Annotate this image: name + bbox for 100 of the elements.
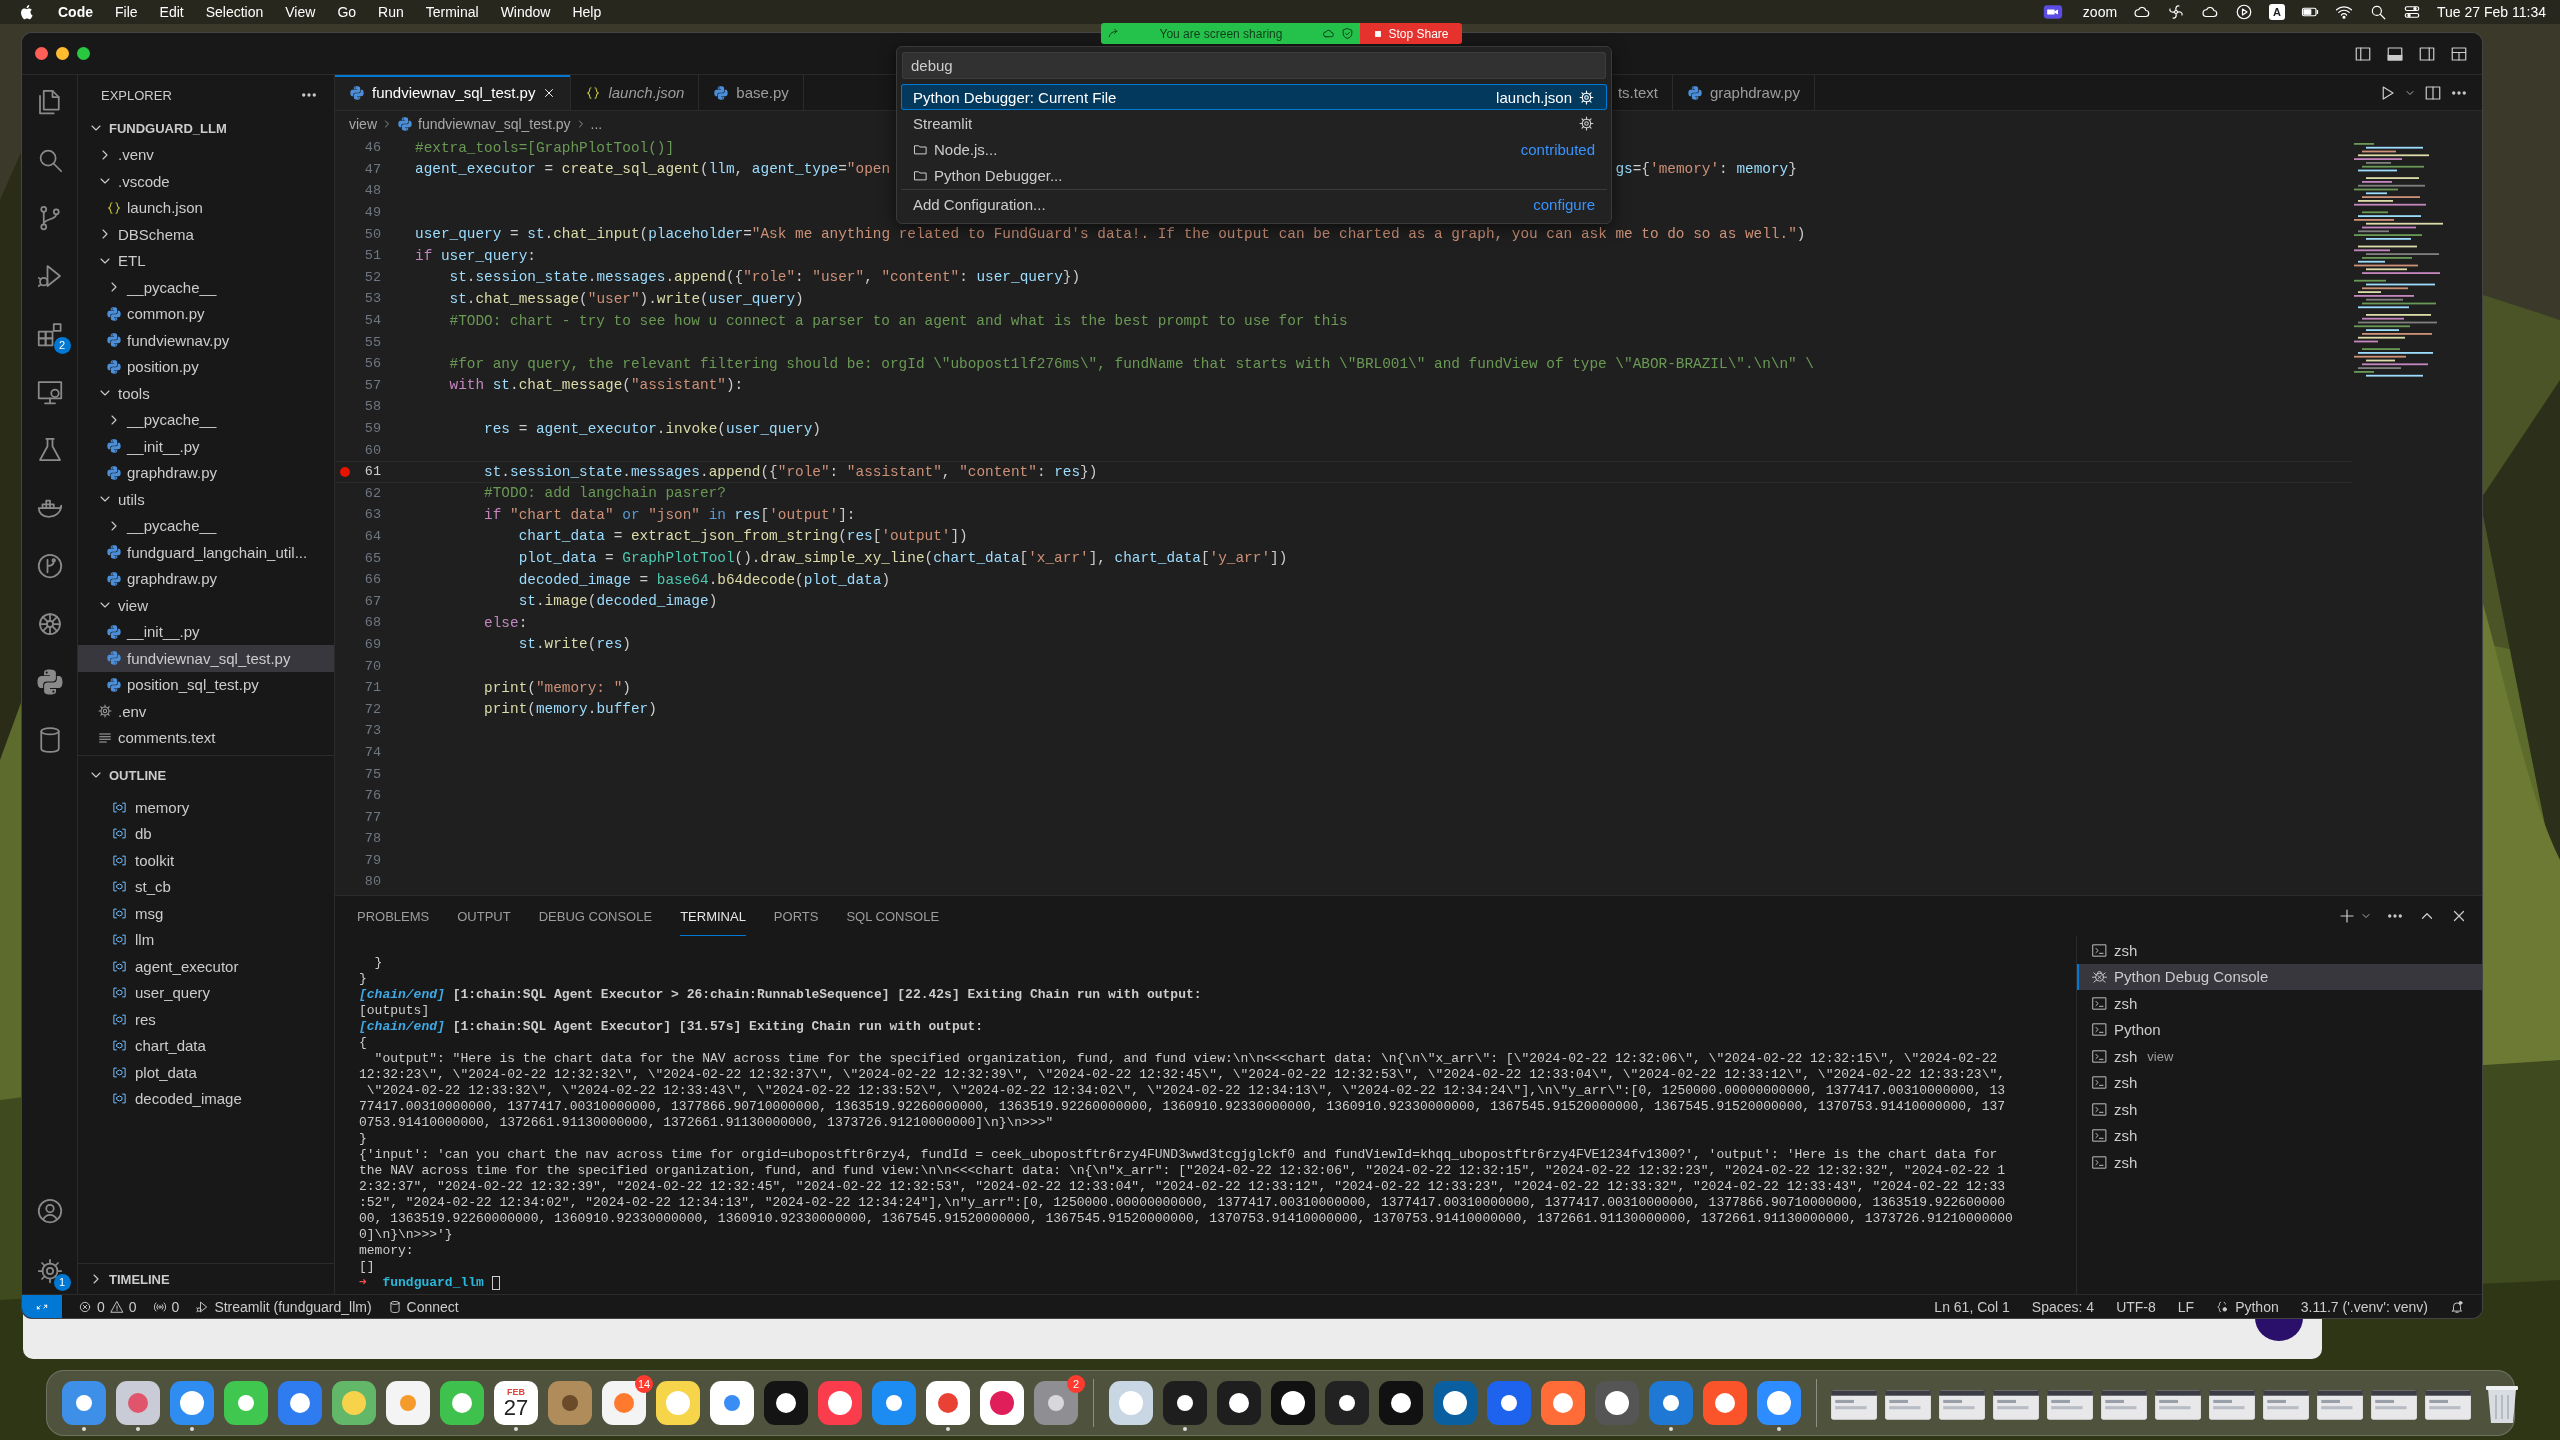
menu-item[interactable]: Help [572, 4, 602, 20]
tree-item[interactable]: ETL [78, 247, 334, 274]
terminal-instance[interactable]: zsh [2077, 1096, 2482, 1123]
editor-tab[interactable]: base.py [699, 75, 804, 110]
app-icon[interactable] [1539, 1379, 1587, 1427]
tree-item[interactable]: __init__.py [78, 618, 334, 645]
app-icon[interactable] [1755, 1379, 1803, 1427]
apple-logo-icon[interactable] [18, 3, 36, 21]
tree-item[interactable]: fundviewnav_sql_test.py [78, 645, 334, 672]
ports-button[interactable]: 0 [152, 1298, 180, 1315]
menu-item[interactable]: Selection [205, 4, 264, 20]
menu-item[interactable]: Python Debugger... [901, 162, 1607, 188]
outline-item[interactable]: res [78, 1006, 334, 1033]
cursor-position[interactable]: Ln 61, Col 1 [1934, 1298, 2010, 1315]
app-icon[interactable] [168, 1379, 216, 1427]
menu-item[interactable]: Terminal [425, 4, 479, 20]
panel-tab[interactable]: PROBLEMS [357, 896, 430, 936]
app-icon[interactable] [1431, 1379, 1479, 1427]
app-icon[interactable] [762, 1379, 810, 1427]
panel-tab[interactable]: OUTPUT [457, 896, 511, 936]
app-icon[interactable] [1647, 1379, 1695, 1427]
tree-item[interactable]: DBSchema [78, 221, 334, 248]
terminal-instance[interactable]: zsh [2077, 990, 2482, 1017]
panel-tab[interactable]: DEBUG CONSOLE [538, 896, 653, 936]
problems-button[interactable]: 0 0 [78, 1298, 137, 1315]
tree-item[interactable]: launch.json [78, 194, 334, 221]
tree-item[interactable]: fundviewnav.py [78, 327, 334, 354]
panel-tab[interactable]: PORTS [773, 896, 819, 936]
window-zoom-button[interactable] [77, 47, 90, 60]
outline-item[interactable]: st_cb [78, 873, 334, 900]
clock[interactable]: Tue 27 Feb 11:34 [2437, 4, 2546, 20]
tree-item[interactable]: tools [78, 380, 334, 407]
app-icon[interactable] [654, 1379, 702, 1427]
fan-icon[interactable] [2167, 3, 2186, 21]
app-icon[interactable] [1161, 1379, 1209, 1427]
tree-item[interactable]: graphdraw.py [78, 565, 334, 592]
app-status-label[interactable]: zoom [2082, 4, 2118, 20]
app-icon[interactable] [222, 1379, 270, 1427]
tree-item[interactable]: FUNDGUARD_LLM [78, 115, 334, 142]
terminal-instance[interactable]: zsh [2077, 1149, 2482, 1176]
tree-item[interactable]: position_sql_test.py [78, 671, 334, 698]
app-icon[interactable] [1377, 1379, 1425, 1427]
gear-icon[interactable] [1578, 88, 1595, 106]
menu-item[interactable]: Python Debugger: Current File launch.json [901, 84, 1607, 110]
app-icon[interactable] [60, 1379, 108, 1427]
breakpoint-dot[interactable] [340, 466, 350, 477]
connect-button[interactable]: Connect [387, 1298, 459, 1315]
menu-item[interactable]: View [285, 4, 316, 20]
app-icon[interactable] [1107, 1379, 1155, 1427]
app-icon[interactable] [1269, 1379, 1317, 1427]
app-icon[interactable] [924, 1379, 972, 1427]
encoding-button[interactable]: UTF-8 [2116, 1298, 2156, 1315]
window-minimize-button[interactable] [56, 47, 69, 60]
outline-item[interactable]: decoded_image [78, 1085, 334, 1112]
app-icon[interactable] [978, 1379, 1026, 1427]
app-icon[interactable] [1485, 1379, 1533, 1427]
tree-item[interactable]: .env [78, 698, 334, 725]
menu-item[interactable]: Add Configuration... configure [901, 191, 1607, 217]
panel-tab[interactable]: TERMINAL [680, 896, 746, 936]
outline-item[interactable]: memory [78, 794, 334, 821]
search-icon[interactable] [2369, 3, 2388, 21]
app-icon[interactable] [384, 1379, 432, 1427]
search-field[interactable]: debug [902, 52, 1606, 79]
menu-item[interactable]: Streamlit [901, 110, 1607, 136]
toggles-icon[interactable] [2403, 3, 2422, 21]
editor-tab[interactable]: launch.json [571, 75, 700, 110]
outline-item[interactable]: db [78, 820, 334, 847]
app-icon[interactable] [1701, 1379, 1749, 1427]
app-icon[interactable] [870, 1379, 918, 1427]
input-source-indicator[interactable]: A [2269, 4, 2286, 20]
tree-item[interactable]: view [78, 592, 334, 619]
tree-item[interactable]: comments.text [78, 724, 334, 751]
wifi-icon[interactable] [2335, 3, 2354, 21]
breadcrumb[interactable]: view [349, 116, 377, 132]
split-editor-icon[interactable] [2424, 83, 2442, 102]
interpreter-button[interactable]: 3.11.7 ('.venv': venv) [2300, 1298, 2428, 1315]
tree-item[interactable]: __pycache__ [78, 512, 334, 539]
outline-item[interactable]: chart_data [78, 1032, 334, 1059]
terminal-instance[interactable]: Python Debug Console [2077, 963, 2482, 990]
breadcrumb[interactable]: ... [590, 116, 603, 132]
calendar-icon[interactable]: FEB 27 [494, 1381, 538, 1425]
tree-item[interactable]: __pycache__ [78, 274, 334, 301]
tree-item[interactable]: __pycache__ [78, 406, 334, 433]
terminal-instance[interactable]: zsh [2077, 937, 2482, 964]
indentation-button[interactable]: Spaces: 4 [2031, 1298, 2095, 1315]
plus-icon[interactable] [2338, 907, 2356, 925]
tree-item[interactable]: graphdraw.py [78, 459, 334, 486]
tree-item[interactable]: fundguard_langchain_util... [78, 539, 334, 566]
app-icon[interactable] [816, 1379, 864, 1427]
tree-item[interactable]: utils [78, 486, 334, 513]
layout-grid-icon[interactable] [2450, 44, 2468, 63]
outline-item[interactable]: msg [78, 900, 334, 927]
panel-layout-icon[interactable] [2386, 44, 2404, 63]
app-icon[interactable] [600, 1379, 648, 1427]
secondary-sidebar-icon[interactable] [2418, 44, 2436, 63]
play-icon[interactable] [2235, 3, 2254, 21]
editor-tab[interactable]: ts.text [1617, 75, 1673, 110]
app-menu[interactable]: Code [58, 4, 93, 20]
outline-item[interactable]: llm [78, 926, 334, 953]
gear-icon[interactable] [1578, 114, 1595, 132]
